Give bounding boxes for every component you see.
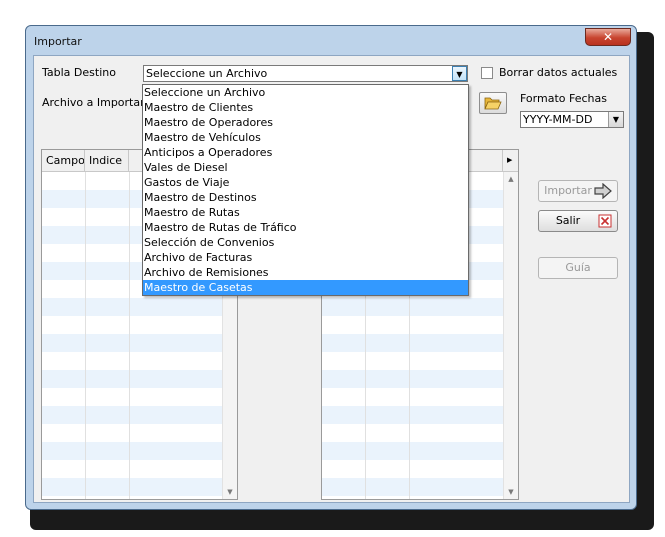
scroll-up-icon[interactable]: ▲ [504, 172, 518, 186]
chevron-down-icon[interactable]: ▼ [452, 66, 467, 81]
tabla-destino-label: Tabla Destino [42, 66, 116, 79]
dropdown-option[interactable]: Maestro de Casetas [143, 280, 468, 295]
dropdown-option[interactable]: Maestro de Operadores [143, 115, 468, 130]
folder-open-icon [484, 97, 502, 110]
guia-button[interactable]: Guía [538, 257, 618, 279]
borrar-datos-label: Borrar datos actuales [499, 66, 618, 79]
dropdown-option[interactable]: Maestro de Destinos [143, 190, 468, 205]
dropdown-option[interactable]: Vales de Diesel [143, 160, 468, 175]
scroll-down-icon[interactable]: ▼ [223, 485, 237, 499]
dropdown-option[interactable]: Seleccione un Archivo [143, 85, 468, 100]
archivo-importar-label: Archivo a Importar [42, 96, 145, 109]
column-divider [85, 172, 86, 499]
chevron-down-icon[interactable]: ▼ [608, 112, 623, 127]
salir-button-label: Salir [555, 214, 581, 227]
guia-button-label: Guía [565, 261, 591, 274]
formato-fechas-select[interactable]: YYYY-MM-DD ▼ [520, 111, 624, 128]
dropdown-option[interactable]: Maestro de Rutas [143, 205, 468, 220]
close-button[interactable]: ✕ [585, 28, 631, 46]
dropdown-option[interactable]: Maestro de Clientes [143, 100, 468, 115]
tabla-destino-dropdown-list[interactable]: Seleccione un Archivo Maestro de Cliente… [142, 84, 469, 296]
column-header-campo[interactable]: Campo [42, 150, 85, 171]
tabla-destino-select[interactable]: Seleccione un Archivo ▼ [143, 65, 468, 82]
browse-folder-button[interactable] [479, 92, 507, 114]
column-divider [129, 172, 130, 499]
dropdown-option[interactable]: Archivo de Facturas [143, 250, 468, 265]
importar-button-label: Importar [544, 184, 592, 197]
tabla-destino-value: Seleccione un Archivo [146, 67, 268, 80]
dropdown-option[interactable]: Selección de Convenios [143, 235, 468, 250]
window-title: Importar [34, 35, 82, 48]
close-icon: ✕ [602, 30, 614, 44]
scroll-down-icon[interactable]: ▼ [504, 485, 518, 499]
dropdown-option[interactable]: Maestro de Rutas de Tráfico [143, 220, 468, 235]
dropdown-option[interactable]: Gastos de Viaje [143, 175, 468, 190]
dropdown-option[interactable]: Anticipos a Operadores [143, 145, 468, 160]
dropdown-option[interactable]: Maestro de Vehículos [143, 130, 468, 145]
arrow-right-icon [594, 183, 612, 199]
formato-fechas-value: YYYY-MM-DD [523, 113, 593, 126]
importar-button[interactable]: Importar [538, 180, 618, 202]
salir-button[interactable]: Salir [538, 210, 618, 232]
x-exit-icon [598, 214, 612, 228]
borrar-datos-checkbox[interactable] [481, 67, 493, 79]
column-header-indice[interactable]: Indice [85, 150, 129, 171]
dropdown-option[interactable]: Archivo de Remisiones [143, 265, 468, 280]
formato-fechas-label: Formato Fechas [520, 92, 607, 105]
vertical-scrollbar[interactable]: ▲ ▼ [503, 172, 518, 499]
scroll-right-icon[interactable]: ▶ [503, 150, 518, 171]
